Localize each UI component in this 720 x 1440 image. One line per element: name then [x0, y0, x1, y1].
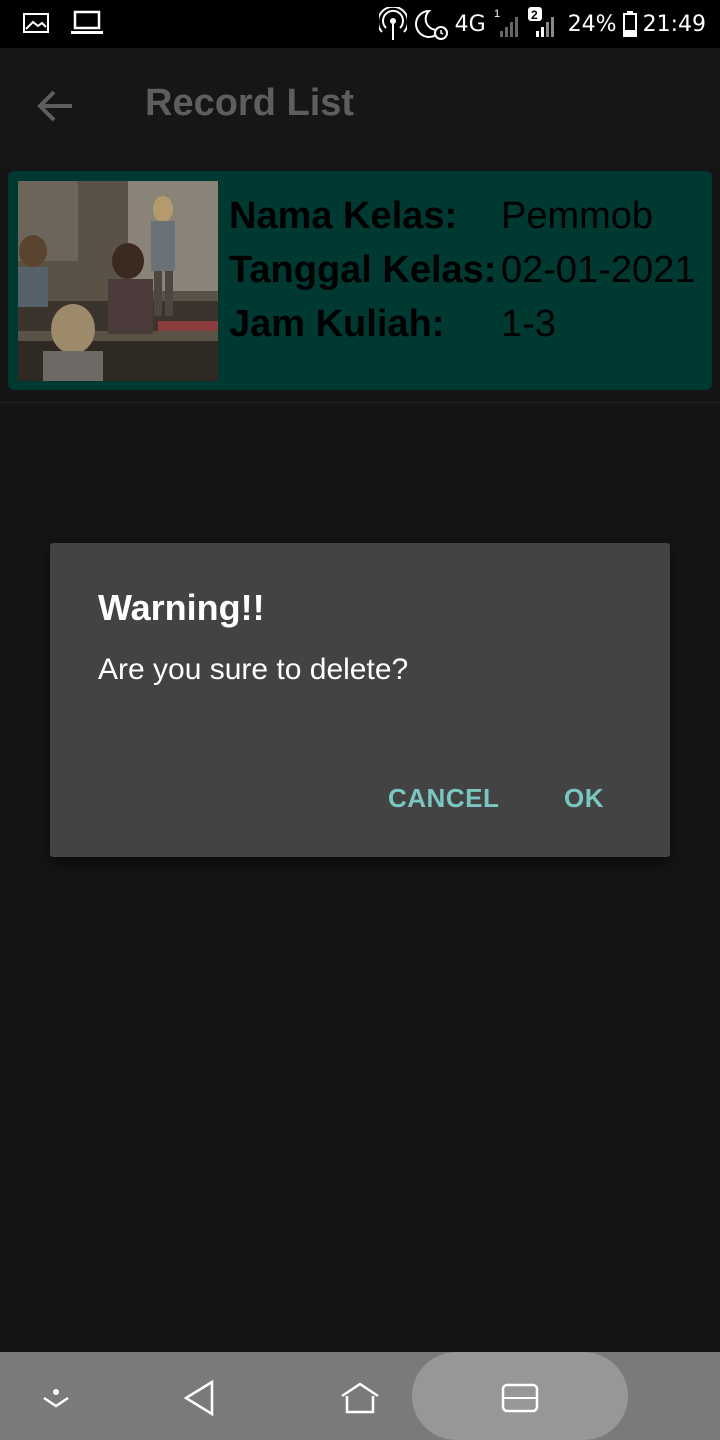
signal-2-icon: 2: [527, 7, 554, 37]
status-bar: 4G 1 2 24% 21:49: [0, 0, 720, 48]
ok-button[interactable]: OK: [564, 783, 604, 814]
delete-confirm-dialog: Warning!! Are you sure to delete? CANCEL…: [50, 543, 670, 857]
dialog-title: Warning!!: [98, 587, 265, 628]
home-nav-icon[interactable]: [340, 1378, 380, 1418]
recents-nav-icon[interactable]: [500, 1378, 540, 1418]
value-tanggal-kelas: 02-01-2021: [501, 249, 696, 291]
label-nama-kelas: Nama Kelas:: [229, 195, 458, 237]
back-arrow-icon[interactable]: [34, 84, 78, 128]
hide-nav-icon[interactable]: [36, 1378, 76, 1418]
record-values: Pemmob 02-01-2021 1-3: [501, 189, 695, 351]
page-title: Record List: [145, 82, 355, 124]
navigation-bar: [0, 1352, 720, 1440]
label-tanggal-kelas: Tanggal Kelas:: [229, 249, 497, 291]
sim2-label: 2: [531, 8, 538, 22]
battery-icon: [622, 11, 637, 37]
label-jam-kuliah: Jam Kuliah:: [229, 303, 445, 345]
cancel-button[interactable]: CANCEL: [388, 783, 499, 814]
back-nav-icon[interactable]: [180, 1378, 220, 1418]
sim1-label: 1: [494, 8, 500, 20]
laptop-icon: [71, 10, 103, 34]
class-photo-thumbnail: [18, 181, 218, 381]
record-labels: Nama Kelas: Tanggal Kelas: Jam Kuliah:: [229, 189, 496, 351]
network-type: 4G: [454, 11, 486, 37]
gallery-icon: [23, 13, 49, 33]
record-card[interactable]: Nama Kelas: Tanggal Kelas: Jam Kuliah: P…: [8, 171, 712, 390]
app-bar: Record List: [0, 48, 720, 164]
moon-alarm-icon: [414, 9, 448, 40]
hotspot-icon: [378, 7, 407, 40]
dialog-message: Are you sure to delete?: [98, 653, 409, 686]
battery-percent: 24%: [567, 11, 617, 37]
value-jam-kuliah: 1-3: [501, 303, 556, 345]
clock: 21:49: [642, 11, 706, 37]
signal-icon: 1: [494, 8, 518, 37]
value-nama-kelas: Pemmob: [501, 195, 654, 237]
list-divider: [0, 402, 720, 403]
